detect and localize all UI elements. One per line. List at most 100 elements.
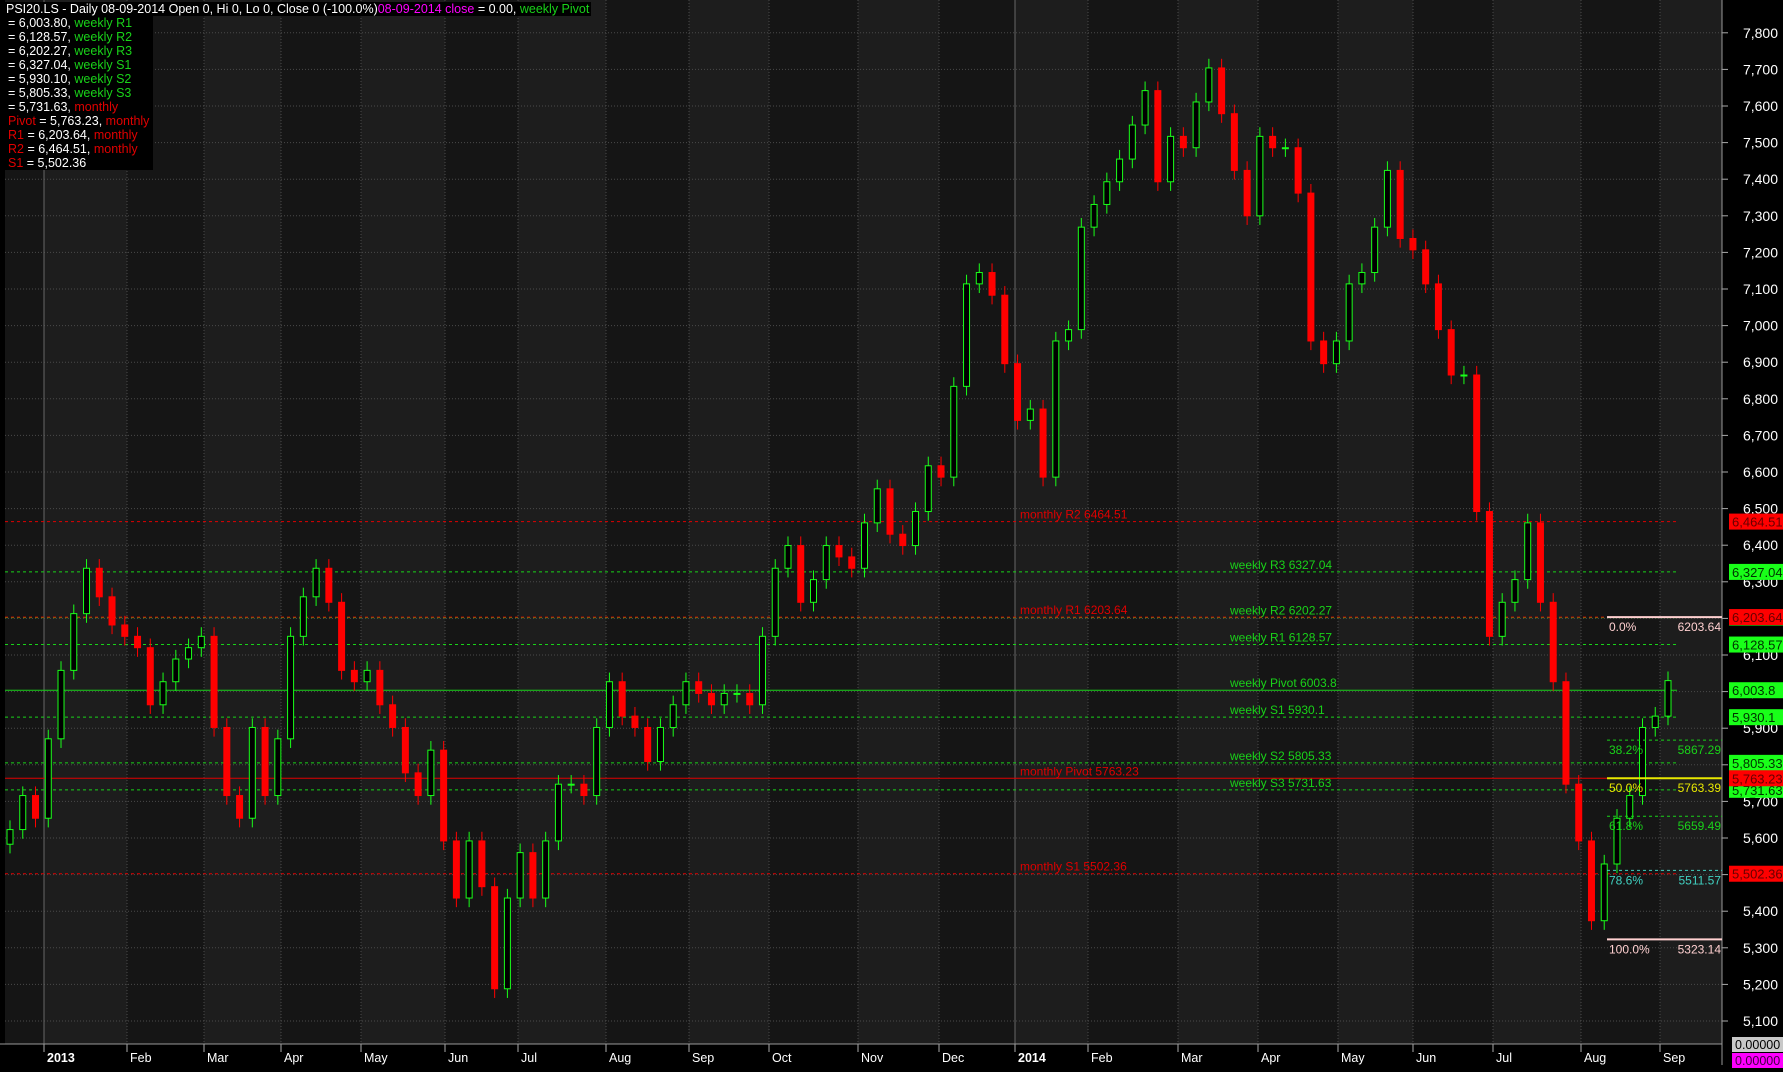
candle-body xyxy=(261,726,269,797)
legend-row: = 5,731.63, monthly xyxy=(6,100,121,114)
candle-body xyxy=(937,465,945,478)
candle xyxy=(440,741,448,851)
candle-body xyxy=(848,556,856,569)
candle xyxy=(1052,331,1060,487)
candle xyxy=(1307,183,1315,351)
x-tick-label: Jun xyxy=(1416,1051,1436,1065)
candle xyxy=(1536,513,1544,612)
candle-body xyxy=(70,613,78,671)
candle-body xyxy=(1460,374,1468,377)
candle-body xyxy=(1167,135,1175,183)
candle xyxy=(452,831,460,908)
candle-body xyxy=(1001,294,1009,365)
candle xyxy=(1077,217,1085,339)
candle-body xyxy=(223,726,231,797)
candle xyxy=(299,587,307,646)
fib-percent: 78.6% xyxy=(1609,873,1643,887)
candle-body xyxy=(1575,783,1583,842)
legend-title-row: PSI20.LS - Daily 08-09-2014 Open 0, Hi 0… xyxy=(4,2,592,16)
pivot-line-label: weekly R3 6327.04 xyxy=(1229,558,1332,572)
x-tick-label: 2013 xyxy=(47,1051,75,1065)
candle-body xyxy=(669,704,677,728)
candle-body xyxy=(1116,158,1124,183)
candle xyxy=(401,718,409,783)
candle-body xyxy=(172,658,180,683)
candle xyxy=(1485,502,1493,646)
legend-row: R1 = 6,203.64, monthly xyxy=(6,128,140,142)
candle-body xyxy=(1192,101,1200,149)
candle xyxy=(503,888,511,998)
fib-percent: 50.0% xyxy=(1609,781,1643,795)
legend-title: PSI20.LS - Daily 08-09-2014 Open 0, Hi 0… xyxy=(6,2,378,16)
x-tick-label: Sep xyxy=(692,1051,714,1065)
candle-body xyxy=(1626,795,1634,819)
candle-body xyxy=(1562,681,1570,785)
candle-body xyxy=(975,272,983,285)
legend-row-value: = 5,502.36 xyxy=(23,156,87,170)
y-tick-label: 7,800 xyxy=(1743,25,1778,41)
price-badge-label: 6,464.51 xyxy=(1732,515,1783,530)
candle-body xyxy=(963,283,971,387)
candle xyxy=(963,274,971,396)
fib-percent: 38.2% xyxy=(1609,743,1643,757)
candle-body xyxy=(1409,237,1417,251)
candle xyxy=(478,831,486,896)
x-tick-label: Dec xyxy=(942,1051,964,1065)
x-tick-label: Oct xyxy=(772,1051,792,1065)
price-badge-label: 6,003.8 xyxy=(1732,683,1775,698)
fib-value: 5511.57 xyxy=(1679,873,1722,887)
candle xyxy=(1524,513,1532,589)
candle-body xyxy=(1307,192,1315,342)
legend-row-prefix: R1 xyxy=(8,128,24,142)
price-badge-label: 6,327.04 xyxy=(1732,565,1783,580)
y-tick-label: 6,600 xyxy=(1743,464,1778,480)
legend-row-value: = 6,327.04, xyxy=(8,58,75,72)
candle-body xyxy=(1383,169,1391,228)
candle-body xyxy=(185,647,193,660)
x-tick-label: Jul xyxy=(1496,1051,1512,1065)
candle-body xyxy=(1587,840,1595,922)
candle-body xyxy=(618,681,626,717)
y-tick-label: 7,200 xyxy=(1743,244,1778,260)
chart-legend: PSI20.LS - Daily 08-09-2014 Open 0, Hi 0… xyxy=(4,2,592,170)
candle-body xyxy=(1014,363,1022,421)
candle-body xyxy=(1447,329,1455,376)
candle-body xyxy=(822,545,830,581)
candle-body xyxy=(924,465,932,513)
candle-body xyxy=(236,795,244,819)
candle-body xyxy=(580,783,588,797)
candle-body xyxy=(1269,135,1277,149)
price-badge-label: 6,203.64 xyxy=(1732,610,1783,625)
y-tick-label: 7,100 xyxy=(1743,281,1778,297)
candle-body xyxy=(886,488,894,535)
candle xyxy=(223,718,231,805)
pivot-line-label: weekly R1 6128.57 xyxy=(1229,631,1332,645)
legend-row-name: weekly S1 xyxy=(74,58,132,72)
candle xyxy=(70,604,78,680)
y-tick-label: 5,600 xyxy=(1743,830,1778,846)
candle xyxy=(57,661,65,748)
candle-body xyxy=(746,692,754,706)
fib-percent: 0.0% xyxy=(1609,620,1637,634)
candle-body xyxy=(656,726,664,763)
candle xyxy=(1014,354,1022,430)
candle-body xyxy=(695,681,703,694)
pivot-line-label: weekly S2 5805.33 xyxy=(1229,749,1332,763)
y-tick-label: 7,600 xyxy=(1743,98,1778,114)
y-tick-label: 7,300 xyxy=(1743,208,1778,224)
candle-body xyxy=(363,669,371,683)
candle xyxy=(1039,399,1047,487)
candle xyxy=(1587,831,1595,930)
candle-body xyxy=(121,624,129,637)
x-tick-label: 2014 xyxy=(1018,1051,1046,1065)
candle-body xyxy=(1664,680,1672,717)
candle-body xyxy=(19,795,27,831)
y-tick-label: 7,500 xyxy=(1743,135,1778,151)
candle-body xyxy=(1256,135,1264,217)
fib-value: 5867.29 xyxy=(1678,743,1722,757)
candle xyxy=(771,559,779,646)
pivot-line-label: monthly R1 6203.64 xyxy=(1020,603,1128,617)
x-tick-label: Sep xyxy=(1663,1051,1685,1065)
candle-body xyxy=(1243,169,1251,217)
candle-body xyxy=(312,567,320,598)
